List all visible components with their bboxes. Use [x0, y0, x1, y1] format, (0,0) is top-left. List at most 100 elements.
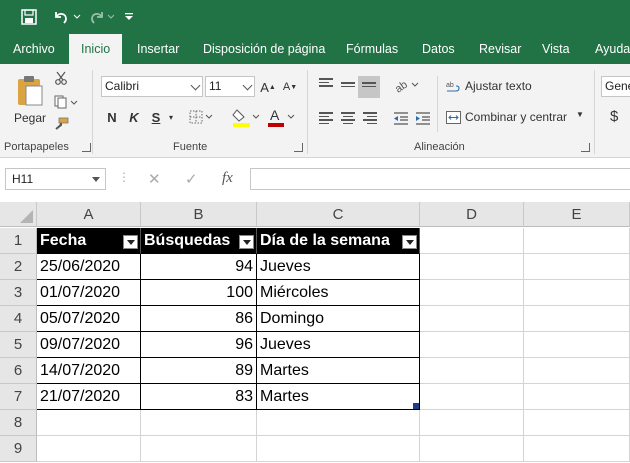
cell-b9[interactable] [141, 436, 257, 462]
customize-qat-icon[interactable] [122, 6, 136, 28]
tab-inicio[interactable]: Inicio [69, 34, 123, 64]
cell-d4[interactable] [420, 306, 524, 332]
paste-button[interactable]: Pegar [10, 70, 50, 130]
enter-icon[interactable]: ✓ [185, 170, 198, 188]
increase-font-size-button[interactable]: A ▲ [259, 78, 277, 96]
italic-button[interactable]: K [126, 108, 142, 126]
name-box[interactable]: H11 [5, 168, 106, 190]
bold-button[interactable]: N [104, 108, 120, 126]
column-header-a[interactable]: A [37, 202, 141, 227]
format-painter-icon[interactable] [52, 116, 70, 132]
align-center-icon[interactable] [341, 112, 355, 124]
redo-dropdown-icon[interactable] [106, 6, 116, 28]
cell-c9[interactable] [257, 436, 420, 462]
undo-dropdown-icon[interactable] [72, 6, 82, 28]
table-cell-searches[interactable]: 83 [141, 384, 257, 410]
align-middle-icon[interactable] [341, 82, 355, 94]
cancel-icon[interactable]: ✕ [148, 170, 161, 188]
cell-b8[interactable] [141, 410, 257, 436]
row-header-1[interactable]: 1 [0, 228, 37, 254]
cell-e7[interactable] [524, 384, 630, 410]
cell-e6[interactable] [524, 358, 630, 384]
table-cell-date[interactable]: 05/07/2020 [37, 306, 141, 332]
table-cell-weekday[interactable]: Jueves [257, 332, 420, 358]
cell-d1[interactable] [420, 228, 524, 254]
cell-d8[interactable] [420, 410, 524, 436]
table-cell-date[interactable]: 01/07/2020 [37, 280, 141, 306]
column-header-b[interactable]: B [141, 202, 257, 227]
table-cell-searches[interactable]: 100 [141, 280, 257, 306]
font-size-combo[interactable]: 11 [205, 76, 255, 97]
merge-center-dropdown-icon[interactable]: ▼ [576, 110, 584, 119]
row-header-9[interactable]: 9 [0, 436, 37, 462]
select-all-corner[interactable] [0, 202, 37, 227]
cell-d5[interactable] [420, 332, 524, 358]
cell-e2[interactable] [524, 254, 630, 280]
decrease-indent-icon[interactable] [392, 110, 410, 126]
align-left-icon[interactable] [319, 112, 333, 124]
table-cell-date[interactable]: 25/06/2020 [37, 254, 141, 280]
cell-e1[interactable] [524, 228, 630, 254]
cell-d2[interactable] [420, 254, 524, 280]
tab-disposicion-de-pagina[interactable]: Disposición de página [203, 34, 325, 64]
filter-dropdown-icon[interactable] [402, 235, 417, 249]
table-cell-searches[interactable]: 94 [141, 254, 257, 280]
table-header-cell[interactable]: Búsquedas [141, 228, 257, 254]
column-header-d[interactable]: D [420, 202, 524, 227]
cell-e4[interactable] [524, 306, 630, 332]
row-header-7[interactable]: 7 [0, 384, 37, 410]
row-header-3[interactable]: 3 [0, 280, 37, 306]
cut-icon[interactable] [52, 70, 70, 86]
tab-datos[interactable]: Datos [422, 34, 455, 64]
wrap-text-icon[interactable]: ab [445, 78, 461, 94]
cell-e9[interactable] [524, 436, 630, 462]
filter-dropdown-icon[interactable] [123, 235, 138, 249]
table-cell-date[interactable]: 21/07/2020 [37, 384, 141, 410]
table-cell-date[interactable]: 14/07/2020 [37, 358, 141, 384]
tab-archivo[interactable]: Archivo [13, 34, 55, 64]
cell-d6[interactable] [420, 358, 524, 384]
column-header-c[interactable]: C [257, 202, 420, 227]
cell-d3[interactable] [420, 280, 524, 306]
cell-d7[interactable] [420, 384, 524, 410]
save-icon[interactable] [18, 6, 40, 28]
increase-indent-icon[interactable] [414, 110, 432, 126]
orientation-icon[interactable]: ab [392, 76, 420, 94]
table-cell-searches[interactable]: 96 [141, 332, 257, 358]
row-header-2[interactable]: 2 [0, 254, 37, 280]
underline-button[interactable]: S [148, 108, 164, 126]
table-cell-date[interactable]: 09/07/2020 [37, 332, 141, 358]
tab-ayuda[interactable]: Ayuda [595, 34, 630, 64]
table-header-cell[interactable]: Fecha [37, 228, 141, 254]
insert-function-icon[interactable]: fx [222, 170, 233, 187]
currency-format-button[interactable]: $ [610, 108, 618, 125]
alignment-launcher-icon[interactable] [581, 143, 590, 152]
row-header-4[interactable]: 4 [0, 306, 37, 332]
table-cell-searches[interactable]: 86 [141, 306, 257, 332]
copy-icon[interactable] [52, 94, 80, 110]
table-resize-handle[interactable] [413, 403, 419, 409]
table-cell-weekday[interactable]: Martes [257, 358, 420, 384]
font-name-combo[interactable]: Calibri [101, 76, 203, 97]
column-header-e[interactable]: E [524, 202, 630, 227]
align-right-icon[interactable] [363, 112, 377, 124]
align-bottom-icon[interactable] [358, 76, 380, 98]
filter-dropdown-icon[interactable] [239, 235, 254, 249]
row-header-6[interactable]: 6 [0, 358, 37, 384]
redo-icon[interactable] [86, 6, 108, 28]
table-cell-searches[interactable]: 89 [141, 358, 257, 384]
align-top-icon[interactable] [319, 78, 333, 90]
borders-icon[interactable] [188, 108, 214, 126]
tab-vista[interactable]: Vista [542, 34, 570, 64]
merge-center-icon[interactable] [445, 109, 461, 125]
decrease-font-size-button[interactable]: A ▼ [281, 78, 299, 96]
row-header-8[interactable]: 8 [0, 410, 37, 436]
number-format-combo[interactable]: Gene [601, 76, 630, 97]
undo-icon[interactable] [50, 6, 72, 28]
cell-e3[interactable] [524, 280, 630, 306]
cell-e5[interactable] [524, 332, 630, 358]
merge-center-button[interactable]: Combinar y centrar [465, 110, 567, 124]
tab-revisar[interactable]: Revisar [479, 34, 521, 64]
clipboard-launcher-icon[interactable] [82, 143, 91, 152]
cell-a9[interactable] [37, 436, 141, 462]
